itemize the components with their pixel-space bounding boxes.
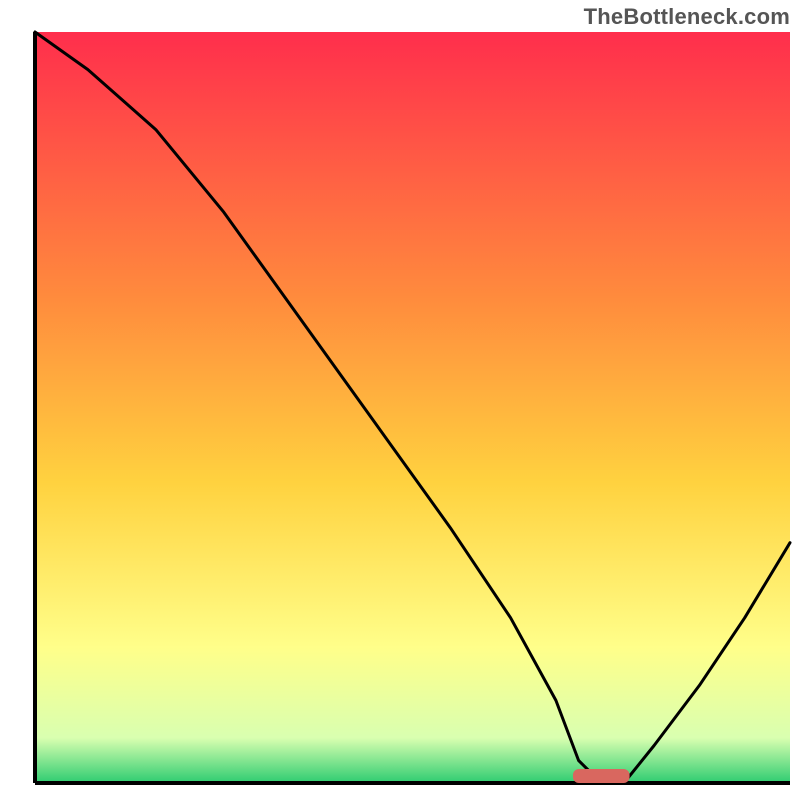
plot-area: [35, 32, 790, 783]
optimal-marker: [573, 769, 630, 783]
watermark-text: TheBottleneck.com: [584, 4, 790, 30]
chart-svg: [0, 0, 800, 800]
